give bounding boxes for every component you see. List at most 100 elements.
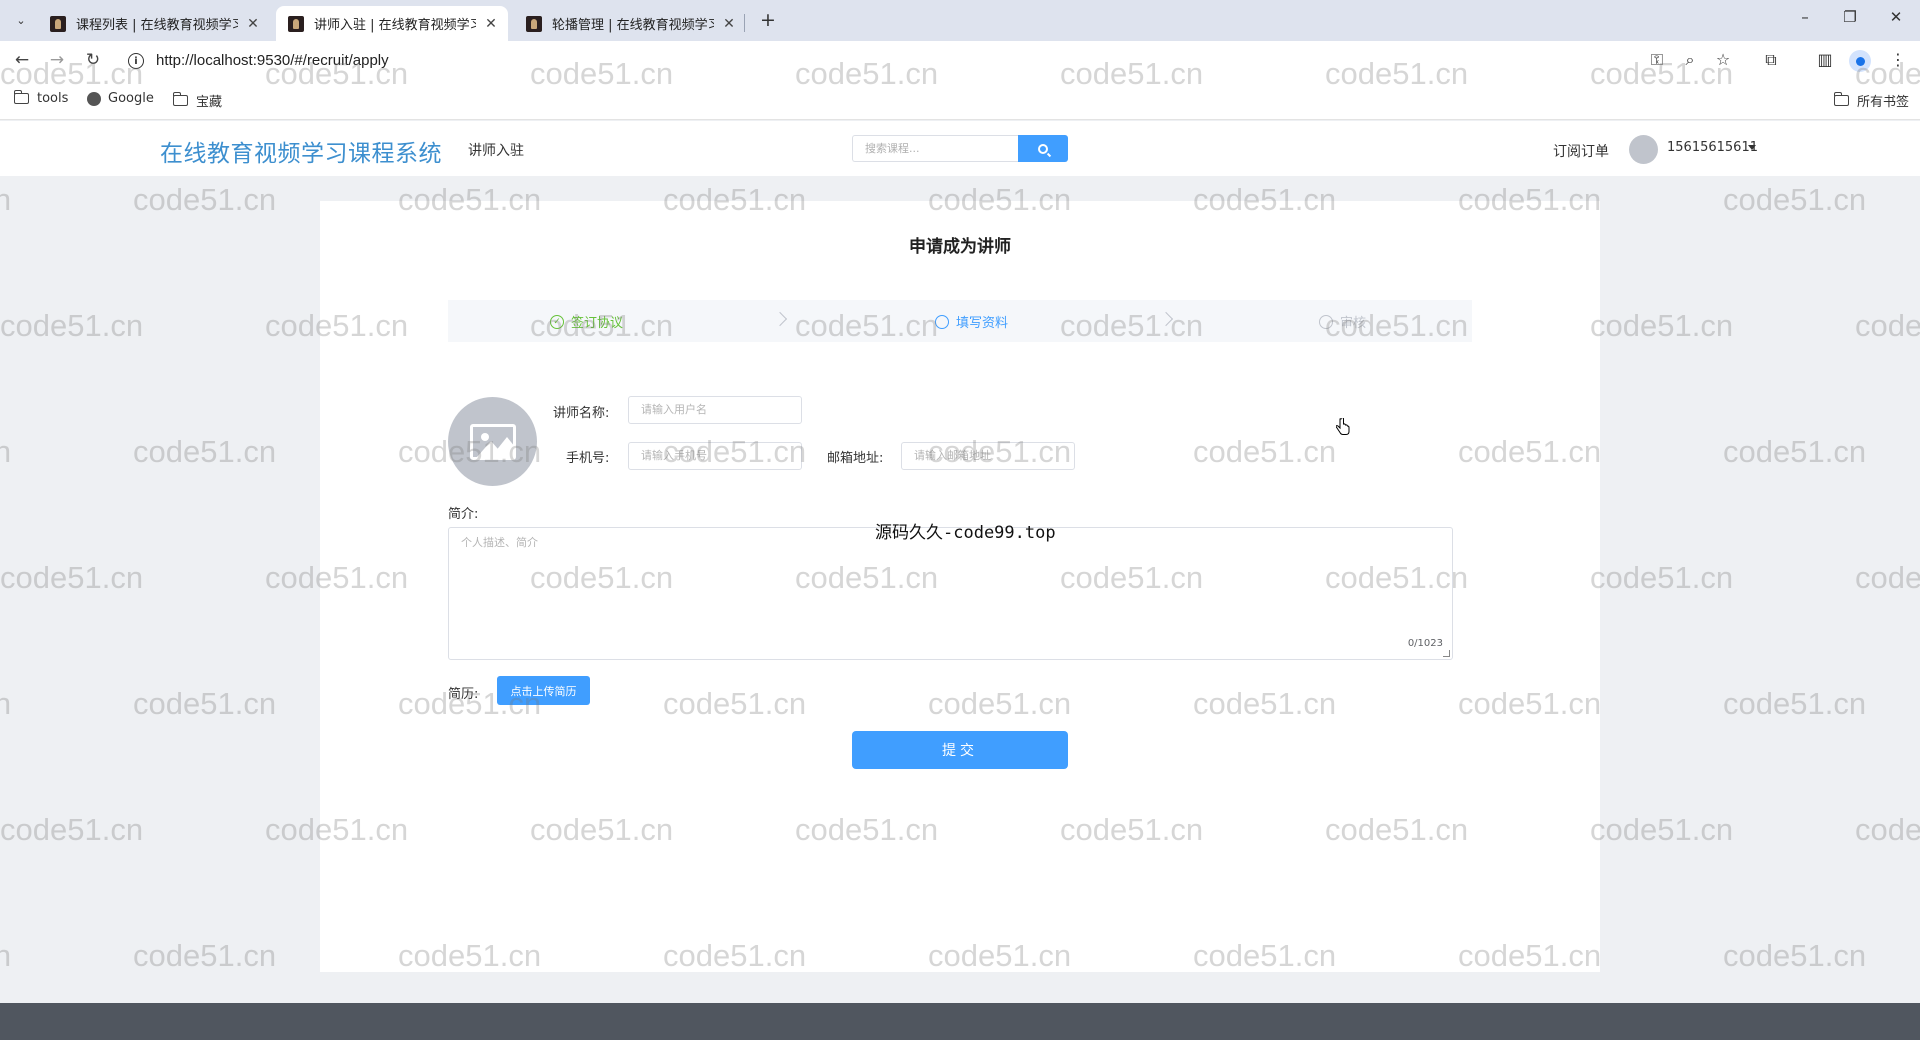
watermark-text: code51.cn bbox=[0, 686, 12, 721]
search-icon bbox=[1038, 143, 1048, 154]
watermark-text: code51.cn bbox=[133, 938, 277, 973]
apply-card: 申请成为讲师 ✓ 签订协议 填写资料 审核 讲师名称: 请输入用户名 手机号: … bbox=[320, 201, 1600, 972]
watermark-text: code51.cn bbox=[0, 182, 12, 217]
tab-close-icon[interactable]: ✕ bbox=[246, 16, 260, 32]
browser-tab-bar: ⌄ 课程列表 | 在线教育视频学习课 ✕ 讲师入驻 | 在线教育视频学习课 ✕ … bbox=[0, 0, 1920, 41]
browser-tab[interactable]: 课程列表 | 在线教育视频学习课 ✕ bbox=[38, 6, 270, 41]
watermark-text: code51.cn bbox=[0, 560, 144, 595]
browser-tab-active[interactable]: 讲师入驻 | 在线教育视频学习课 ✕ bbox=[276, 6, 508, 41]
watermark-text: code51.cn bbox=[1855, 308, 1920, 343]
resume-label: 简历: bbox=[448, 687, 479, 702]
watermark-text: code51.cn bbox=[0, 308, 144, 343]
tab-title: 课程列表 | 在线教育视频学习课 bbox=[76, 18, 238, 33]
watermark-text: code51.cn bbox=[1723, 938, 1867, 973]
address-bar-row: ← → ↻ i http://localhost:9530/#/recruit/… bbox=[0, 41, 1920, 81]
watermark-text: code51.cn bbox=[133, 686, 277, 721]
circle-icon bbox=[935, 314, 949, 329]
folder-icon bbox=[13, 90, 29, 104]
caret-down-icon[interactable] bbox=[1748, 145, 1756, 150]
watermark-text: code51.cn bbox=[133, 182, 277, 217]
all-bookmarks[interactable]: 所有书签 bbox=[1833, 91, 1910, 110]
step-arrow-icon bbox=[772, 311, 788, 327]
bookmark-tools[interactable]: tools bbox=[13, 90, 69, 106]
bookmark-google[interactable]: Google bbox=[87, 91, 154, 106]
site-favicon-icon bbox=[288, 15, 304, 32]
bookmarks-bar: tools Google 宝藏 所有书签 bbox=[0, 81, 1920, 120]
bookmark-star-icon[interactable]: ☆ bbox=[1712, 50, 1734, 69]
image-placeholder-icon bbox=[469, 423, 516, 460]
avatar-upload[interactable] bbox=[448, 397, 537, 486]
step-sign-agreement: ✓ 签订协议 bbox=[550, 312, 623, 331]
resize-grip-icon[interactable] bbox=[1443, 650, 1450, 657]
site-info-icon[interactable]: i bbox=[128, 53, 144, 69]
bookmark-label: 宝藏 bbox=[196, 95, 223, 110]
site-favicon-icon bbox=[526, 15, 542, 32]
browser-menu-icon[interactable]: ⋮ bbox=[1887, 50, 1909, 69]
step-fill-info: 填写资料 bbox=[935, 312, 1008, 331]
nav-recruit-link[interactable]: 讲师入驻 bbox=[468, 140, 524, 160]
watermark-text: code51.cn bbox=[1855, 560, 1920, 595]
folder-icon bbox=[1833, 92, 1849, 106]
course-search-input[interactable]: 搜索课程... bbox=[852, 135, 1019, 162]
watermark-text: code51.cn bbox=[1590, 812, 1734, 847]
new-tab-plus-icon[interactable]: + bbox=[757, 9, 779, 31]
browser-tab[interactable]: 轮播管理 | 在线教育视频学习课 ✕ bbox=[514, 6, 746, 41]
profile-icon[interactable] bbox=[1849, 50, 1871, 72]
forward-arrow-icon[interactable]: → bbox=[46, 50, 68, 70]
extensions-puzzle-icon[interactable]: ⧉ bbox=[1760, 50, 1782, 70]
circle-icon bbox=[1319, 314, 1333, 329]
page-footer bbox=[0, 1003, 1920, 1040]
tab-title: 轮播管理 | 在线教育视频学习课 bbox=[552, 18, 714, 33]
watermark-text: code51.cn bbox=[1590, 560, 1734, 595]
site-logo[interactable]: 在线教育视频学习课程系统 bbox=[160, 134, 442, 168]
site-header: 在线教育视频学习课程系统 讲师入驻 搜索课程... 订阅订单 156156156… bbox=[0, 121, 1920, 176]
watermark-text: code51.cn bbox=[0, 434, 12, 469]
step-label: 填写资料 bbox=[956, 316, 1009, 331]
step-arrow-icon bbox=[1158, 311, 1174, 327]
search-button[interactable] bbox=[1018, 135, 1068, 162]
zoom-icon[interactable]: ⌕ bbox=[1679, 50, 1701, 70]
email-input[interactable]: 请输入邮箱地址 bbox=[901, 442, 1075, 470]
check-circle-icon: ✓ bbox=[550, 314, 564, 329]
tab-close-icon[interactable]: ✕ bbox=[484, 16, 498, 32]
page-title: 申请成为讲师 bbox=[909, 237, 1011, 257]
hand-cursor-icon bbox=[1336, 418, 1350, 435]
orders-link[interactable]: 订阅订单 bbox=[1553, 141, 1609, 161]
back-arrow-icon[interactable]: ← bbox=[11, 50, 33, 70]
site-favicon-icon bbox=[50, 15, 66, 32]
watermark-text: code51.cn bbox=[1855, 812, 1920, 847]
reload-icon[interactable]: ↻ bbox=[82, 50, 104, 70]
tab-separator bbox=[744, 14, 745, 32]
teacher-name-input[interactable]: 请输入用户名 bbox=[628, 396, 802, 424]
watermark-text: code51.cn bbox=[0, 812, 144, 847]
minimize-icon[interactable]: – bbox=[1793, 8, 1817, 26]
email-label: 邮箱地址: bbox=[827, 451, 884, 466]
avatar[interactable] bbox=[1629, 135, 1658, 164]
folder-icon bbox=[172, 92, 188, 106]
tab-search-chevron-icon[interactable]: ⌄ bbox=[10, 9, 32, 31]
bookmark-label: tools bbox=[37, 91, 69, 106]
bookmark-label: Google bbox=[108, 91, 154, 106]
step-review: 审核 bbox=[1319, 312, 1366, 331]
submit-button[interactable]: 提交 bbox=[852, 731, 1068, 769]
watermark-text: code51.cn bbox=[0, 938, 12, 973]
side-panel-icon[interactable]: ▥ bbox=[1814, 50, 1836, 69]
intro-textarea[interactable]: 个人描述、简介 0/1023 bbox=[448, 527, 1453, 660]
password-key-icon[interactable]: ⚿ bbox=[1646, 50, 1668, 70]
watermark-text: code51.cn bbox=[1723, 434, 1867, 469]
watermark-text: code51.cn bbox=[1590, 308, 1734, 343]
intro-placeholder: 个人描述、简介 bbox=[461, 536, 538, 549]
tab-close-icon[interactable]: ✕ bbox=[722, 16, 736, 32]
char-counter: 0/1023 bbox=[1407, 638, 1443, 649]
phone-input[interactable]: 请输入手机号 bbox=[628, 442, 802, 470]
bookmark-treasure[interactable]: 宝藏 bbox=[172, 91, 223, 110]
window-close-icon[interactable]: ✕ bbox=[1884, 8, 1908, 26]
bookmark-label: 所有书签 bbox=[1857, 95, 1910, 110]
upload-resume-button[interactable]: 点击上传简历 bbox=[497, 676, 590, 705]
url-text[interactable]: http://localhost:9530/#/recruit/apply bbox=[156, 52, 389, 69]
restore-icon[interactable]: ❐ bbox=[1838, 8, 1862, 26]
user-phone[interactable]: 15615615611 bbox=[1667, 140, 1758, 155]
overlay-watermark-text: 源码久久-code99.top bbox=[875, 523, 1056, 543]
url-omnibox[interactable]: i http://localhost:9530/#/recruit/apply bbox=[122, 46, 1702, 76]
watermark-text: code51.cn bbox=[133, 434, 277, 469]
